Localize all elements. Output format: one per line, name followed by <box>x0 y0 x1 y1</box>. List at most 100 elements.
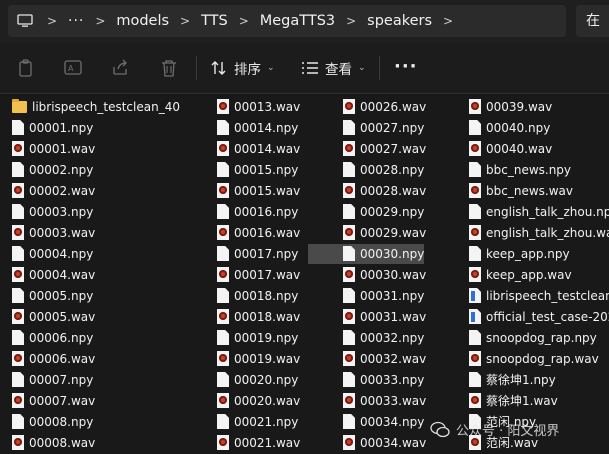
file-item[interactable]: 00040.npy <box>469 117 609 138</box>
file-item[interactable]: 00016.wav <box>217 222 300 243</box>
file-item[interactable]: 00033.wav <box>343 390 426 411</box>
chevron-right-icon[interactable]: > <box>234 14 254 28</box>
file-item[interactable]: 00033.npy <box>343 369 426 390</box>
file-item[interactable]: 00002.wav <box>12 180 180 201</box>
file-item[interactable]: 00001.npy <box>12 117 180 138</box>
file-item[interactable]: 00040.wav <box>469 138 609 159</box>
file-item[interactable]: 00003.wav <box>12 222 180 243</box>
file-item[interactable]: 00019.wav <box>217 348 300 369</box>
file-item[interactable]: 00007.npy <box>12 369 180 390</box>
file-item[interactable]: official_test_case-2025 <box>469 306 609 327</box>
folder-item[interactable]: librispeech_testclean_40 <box>12 96 180 117</box>
file-item[interactable]: 00031.wav <box>343 306 426 327</box>
chevron-right-icon[interactable]: > <box>42 14 62 28</box>
file-item[interactable]: 00028.npy <box>343 159 426 180</box>
file-name: 00019.wav <box>234 351 301 366</box>
file-item[interactable]: 00021.npy <box>217 411 300 432</box>
file-item[interactable]: 00029.wav <box>343 222 426 243</box>
view-button[interactable]: 查看 ⌄ <box>301 57 366 79</box>
file-item[interactable]: 00030.npy <box>307 243 426 264</box>
document-icon <box>343 414 355 429</box>
file-item[interactable]: 00002.npy <box>12 159 180 180</box>
file-item[interactable]: 00031.npy <box>343 285 426 306</box>
file-item[interactable]: keep_app.wav <box>469 264 609 285</box>
document-icon <box>12 204 24 219</box>
file-item[interactable]: keep_app.npy <box>469 243 609 264</box>
file-item[interactable]: 00005.npy <box>12 285 180 306</box>
file-item[interactable]: 00005.wav <box>12 306 180 327</box>
file-item[interactable]: bbc_news.wav <box>469 180 609 201</box>
chevron-right-icon[interactable]: > <box>90 14 110 28</box>
file-item[interactable]: 00018.npy <box>217 285 300 306</box>
file-item[interactable]: 00014.wav <box>217 138 300 159</box>
share-icon[interactable] <box>111 58 131 78</box>
breadcrumb-models[interactable]: models <box>110 13 175 29</box>
rename-icon[interactable]: A <box>63 58 83 78</box>
breadcrumb-megatts3[interactable]: MegaTTS3 <box>254 13 341 29</box>
delete-icon[interactable] <box>160 58 180 78</box>
file-name: 00004.wav <box>29 267 96 282</box>
file-name: librispeech_testclean_40 <box>32 99 180 114</box>
breadcrumb-speakers[interactable]: speakers <box>361 13 438 29</box>
file-name: 00030.npy <box>360 246 425 261</box>
file-item[interactable]: 00034.wav <box>343 432 426 453</box>
file-item[interactable]: 00032.npy <box>343 327 426 348</box>
view-list-icon <box>302 62 318 74</box>
file-name: 00014.npy <box>234 120 299 135</box>
file-item[interactable]: 00006.wav <box>12 348 180 369</box>
file-item[interactable]: 00034.npy <box>343 411 426 432</box>
file-name: 00016.npy <box>234 204 299 219</box>
file-item[interactable]: snoopdog_rap.wav <box>469 348 609 369</box>
file-item[interactable]: 00020.npy <box>217 369 300 390</box>
file-item[interactable]: 00027.npy <box>343 117 426 138</box>
file-item[interactable]: 00013.wav <box>217 96 300 117</box>
file-item[interactable]: bbc_news.npy <box>469 159 609 180</box>
file-item[interactable]: 00014.npy <box>217 117 300 138</box>
file-item[interactable]: 00004.npy <box>12 243 180 264</box>
address-bar[interactable]: > ··· > models > TTS > MegaTTS3 > speake… <box>8 5 566 37</box>
chevron-right-icon[interactable]: > <box>341 14 361 28</box>
file-item[interactable]: 00008.npy <box>12 411 180 432</box>
file-item[interactable]: 00008.wav <box>12 432 180 453</box>
file-item[interactable]: 00029.npy <box>343 201 426 222</box>
this-pc-icon[interactable] <box>8 5 42 37</box>
file-item[interactable]: 00032.wav <box>343 348 426 369</box>
copy-icon[interactable] <box>17 58 37 78</box>
file-item[interactable]: 蔡徐坤1.wav <box>469 390 609 411</box>
file-item[interactable]: 00016.npy <box>217 201 300 222</box>
file-item[interactable]: 00028.wav <box>343 180 426 201</box>
file-item[interactable]: 00039.wav <box>469 96 609 117</box>
file-item[interactable]: 00027.wav <box>343 138 426 159</box>
file-item[interactable]: 00015.npy <box>217 159 300 180</box>
file-item[interactable]: english_talk_zhou.wav <box>469 222 609 243</box>
file-item[interactable]: 00004.wav <box>12 264 180 285</box>
file-item[interactable]: 00019.npy <box>217 327 300 348</box>
search-box[interactable]: 在 <box>576 5 609 37</box>
file-item[interactable]: 00017.npy <box>217 243 300 264</box>
sort-button[interactable]: 排序 ⌄ <box>210 57 275 79</box>
more-options-button[interactable]: ··· <box>394 56 418 77</box>
document-icon <box>469 246 481 261</box>
file-item[interactable]: 00015.wav <box>217 180 300 201</box>
breadcrumb-tts[interactable]: TTS <box>195 13 234 29</box>
file-item[interactable]: snoopdog_rap.npy <box>469 327 609 348</box>
chevron-right-icon[interactable]: > <box>438 14 458 28</box>
file-item[interactable]: 00030.wav <box>343 264 426 285</box>
file-item[interactable]: 00018.wav <box>217 306 300 327</box>
file-item[interactable]: 00001.wav <box>12 138 180 159</box>
file-item[interactable]: 00020.wav <box>217 390 300 411</box>
breadcrumb-overflow[interactable]: ··· <box>62 13 90 29</box>
file-item[interactable]: 00021.wav <box>217 432 300 453</box>
file-item[interactable]: 00003.npy <box>12 201 180 222</box>
document-icon <box>469 162 481 177</box>
file-item[interactable]: english_talk_zhou.npy <box>469 201 609 222</box>
file-item[interactable]: 00026.wav <box>343 96 426 117</box>
file-item[interactable]: 蔡徐坤1.npy <box>469 369 609 390</box>
file-item[interactable]: 00007.wav <box>12 390 180 411</box>
address-bar-region: > ··· > models > TTS > MegaTTS3 > speake… <box>0 0 609 42</box>
toolbar-divider <box>379 56 380 80</box>
file-item[interactable]: 00006.npy <box>12 327 180 348</box>
file-item[interactable]: librispeech_testclean_ <box>469 285 609 306</box>
chevron-right-icon[interactable]: > <box>175 14 195 28</box>
file-item[interactable]: 00017.wav <box>217 264 300 285</box>
